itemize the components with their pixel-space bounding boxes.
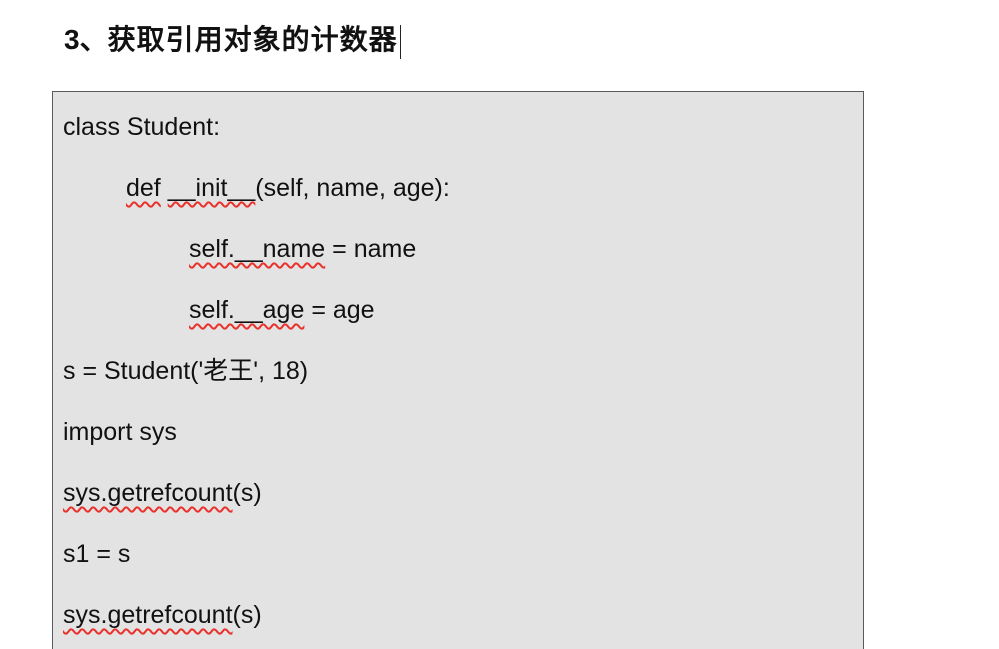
instantiate-prefix: s = Student(' — [63, 357, 204, 385]
init-args: (self, name, age): — [255, 174, 450, 202]
code-line-7: sys.getrefcount(s) — [63, 475, 262, 511]
student-name-literal: 老王 — [203, 356, 254, 385]
getrefcount-call-2: sys.getrefcount — [63, 601, 233, 629]
init-method-name: __init__ — [167, 174, 256, 202]
code-block: class Student: def __init__(self, name, … — [52, 91, 864, 649]
code-line-4: self.__age = age — [189, 292, 375, 328]
code-line-6: import sys — [63, 418, 177, 446]
self-name-attr: self.__name — [189, 235, 326, 263]
getrefcount-call: sys.getrefcount — [63, 479, 233, 507]
assign-age: = age — [304, 296, 375, 324]
instantiate-suffix: ', 18) — [253, 357, 309, 385]
getrefcount-args-2: (s) — [232, 601, 262, 629]
document-page: 3、获取引用对象的计数器 class Student: def __init__… — [0, 0, 999, 649]
code-line-2: def __init__(self, name, age): — [126, 170, 450, 206]
code-line-5: s = Student('老王', 18) — [63, 353, 308, 389]
def-keyword: def — [126, 174, 161, 202]
self-age-attr: self.__age — [189, 296, 305, 324]
section-number: 3、 — [64, 24, 108, 55]
section-heading: 3、获取引用对象的计数器 — [64, 18, 402, 62]
assign-name: = name — [325, 235, 417, 263]
code-line-3: self.__name = name — [189, 231, 416, 267]
getrefcount-args: (s) — [232, 479, 262, 507]
code-line-8: s1 = s — [63, 540, 131, 568]
code-line-9: sys.getrefcount(s) — [63, 597, 262, 633]
text-cursor — [399, 24, 402, 59]
code-line-1: class Student: — [63, 113, 221, 141]
section-title: 获取引用对象的计数器 — [107, 23, 398, 56]
